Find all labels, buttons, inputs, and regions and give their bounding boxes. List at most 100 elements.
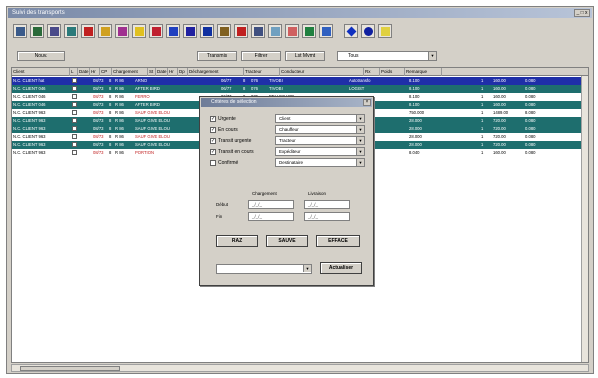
help-button[interactable] [361,24,375,38]
column-header[interactable]: CP [100,68,112,76]
criteria-select[interactable]: Tracteur ▼ [275,136,365,145]
checkbox-box[interactable] [210,160,216,166]
status-checkbox[interactable]: ✓ En cours [210,126,238,134]
column-header[interactable]: Déchargement [188,68,244,76]
checkbox-box[interactable]: ✓ [210,116,216,122]
status-checkbox[interactable]: ✓ Transit urgente [210,137,251,145]
tools-button[interactable] [302,24,316,38]
chevron-down-icon[interactable]: ▼ [303,265,311,272]
checkbox-box[interactable]: ✓ [210,149,216,155]
status-checkbox[interactable]: ✓ Urgente [210,115,236,123]
scroll-thumb[interactable] [20,366,120,371]
diamond-button[interactable] [344,24,358,38]
column-header[interactable]: Date [156,68,168,76]
transmit-button[interactable]: Transmis [197,51,237,61]
checkbox-box[interactable]: ✓ [210,138,216,144]
window-controls[interactable]: _ □ x [574,9,590,17]
chart-button[interactable] [166,24,180,38]
horizontal-scrollbar[interactable] [11,364,589,372]
table-row[interactable]: N.C. CLIENT hat 08/73 8 R 86 ARNO 06/77 8 076 TI… [12,77,588,85]
filter-button[interactable]: Filtrer [241,51,281,61]
table-row[interactable]: N.C. CLIENT 046 08/73 8 R 86 AFTER BIRD 06/77… [12,85,588,93]
row-checkbox[interactable] [72,86,77,91]
clear-button[interactable]: EFFACE [316,235,360,247]
table-cell: 160.00 [493,78,506,83]
table-cell: 28.000 [409,142,422,147]
column-header[interactable]: Hr [168,68,178,76]
note-button[interactable] [378,24,392,38]
criteria-select[interactable]: Chauffeur ▼ [275,125,365,134]
update-button[interactable]: Actualiser [320,262,362,274]
delivery-start-date-field[interactable]: _/_/_ [304,200,350,209]
column-header[interactable]: St [148,68,156,76]
row-checkbox[interactable] [72,134,77,139]
row-checkbox[interactable] [72,118,77,123]
column-header[interactable]: Dp [178,68,188,76]
table-cell: N.C. CLIENT 963 [13,150,46,155]
delete-button[interactable] [81,24,95,38]
chevron-down-icon[interactable]: ▼ [428,52,436,60]
column-header[interactable]: Tracteur [244,68,280,76]
cross-button[interactable] [234,24,248,38]
table-cell: 8 [243,86,246,91]
row-checkbox[interactable] [72,102,77,107]
table-cell: 0.080 [525,126,536,131]
column-header[interactable]: Conducteur [280,68,364,76]
column-header[interactable]: Hr [90,68,100,76]
chevron-down-icon[interactable]: ▼ [356,137,364,144]
close-icon[interactable]: × [363,99,371,106]
column-header[interactable]: Rx [364,68,380,76]
saved-criteria-select[interactable]: ▼ [216,264,312,274]
graph-button[interactable] [319,24,333,38]
criteria-select[interactable]: Expéditeur ▼ [275,147,365,156]
row-checkbox[interactable] [72,126,77,131]
table-cell: 08/73 [93,126,104,131]
column-header[interactable]: Chargement [112,68,148,76]
wrench-icon [118,27,127,36]
column-header[interactable]: L [70,68,78,76]
sun-button[interactable] [132,24,146,38]
wrench-button[interactable] [115,24,129,38]
chevron-down-icon[interactable]: ▼ [356,159,364,166]
loading-start-date-field[interactable]: _/_/_ [248,200,294,209]
column-header[interactable]: Date [78,68,90,76]
stamp-button[interactable] [217,24,231,38]
calendar-button[interactable] [268,24,282,38]
new-button[interactable]: Nouv. [17,51,65,61]
check-button[interactable] [200,24,214,38]
minus-button[interactable] [183,24,197,38]
flag-button[interactable] [149,24,163,38]
row-checkbox[interactable] [72,78,77,83]
status-checkbox[interactable]: Confirmé [210,159,238,167]
movement-list-button[interactable]: Lst Mvmt [285,51,325,61]
chevron-down-icon[interactable]: ▼ [356,126,364,133]
chevron-down-icon[interactable]: ▼ [356,115,364,122]
status-filter-select[interactable]: Tous ▼ [337,51,437,61]
copy-button[interactable] [64,24,78,38]
calculator-button[interactable] [285,24,299,38]
vertical-scrollbar[interactable] [581,76,588,362]
row-checkbox[interactable] [72,150,77,155]
checkbox-box[interactable]: ✓ [210,127,216,133]
status-checkbox[interactable]: ✓ Transit en cours [210,148,254,156]
row-checkbox[interactable] [72,142,77,147]
document-button[interactable] [47,24,61,38]
book-button[interactable] [251,24,265,38]
calendar-icon [271,27,280,36]
print-button[interactable] [13,24,27,38]
criteria-select[interactable]: Client ▼ [275,114,365,123]
note-icon [381,27,390,36]
preview-button[interactable] [30,24,44,38]
delivery-end-date-field[interactable]: _/_/_ [304,212,350,221]
row-checkbox[interactable] [72,110,77,115]
truck-button[interactable] [98,24,112,38]
criteria-select[interactable]: Destinataire ▼ [275,158,365,167]
row-checkbox[interactable] [72,94,77,99]
column-header[interactable]: Poids [380,68,405,76]
chevron-down-icon[interactable]: ▼ [356,148,364,155]
save-button[interactable]: SAUVE [266,235,308,247]
column-header[interactable]: Remarque [405,68,442,76]
column-header[interactable]: Client [12,68,70,76]
reset-button[interactable]: RAZ [216,235,258,247]
loading-end-date-field[interactable]: _/_/_ [248,212,294,221]
